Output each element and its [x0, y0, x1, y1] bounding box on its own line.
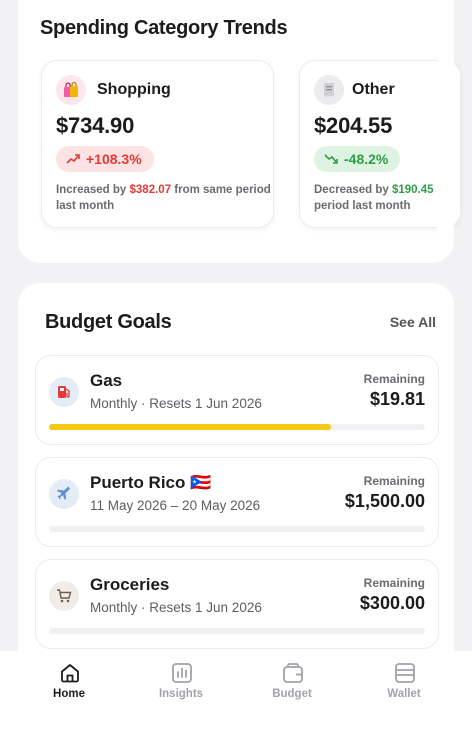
receipt-icon	[314, 75, 344, 105]
remaining-label: Remaining	[363, 372, 425, 386]
trend-desc-suffix: period last month	[314, 200, 411, 212]
trend-desc-prefix: Increased by	[56, 184, 130, 196]
goal-progress-track	[49, 526, 425, 532]
wallet-budget-icon	[283, 663, 303, 683]
trend-card-shopping[interactable]: Shopping $734.90 +108.3% Increased by $3…	[41, 60, 274, 228]
trend-change-badge: -48.2%	[314, 146, 401, 172]
tab-budget[interactable]: Budget	[233, 651, 351, 744]
trend-category-name: Shopping	[97, 81, 171, 98]
goal-name: Groceries	[90, 575, 170, 594]
goal-subtitle: Monthly · Resets 1 Jun 2026	[90, 600, 262, 615]
budget-goal-groceries[interactable]: Groceries Monthly · Resets 1 Jun 2026 Re…	[35, 559, 439, 649]
trend-desc-amount: $382.07	[129, 184, 172, 196]
home-icon	[61, 664, 79, 683]
goal-progress-track	[49, 628, 425, 634]
trend-desc-prefix: Decreased by	[314, 184, 392, 196]
tab-label: Wallet	[387, 688, 421, 700]
tab-home[interactable]: Home	[10, 651, 128, 744]
goal-progress-track	[49, 424, 425, 430]
remaining-label: Remaining	[363, 474, 425, 488]
fuel-pump-icon	[49, 377, 79, 407]
trend-description: Increased by $382.07 from same period la…	[56, 182, 273, 214]
bar-chart-icon	[172, 663, 192, 683]
budget-goal-puerto-rico[interactable]: Puerto Rico 🇵🇷 11 May 2026 – 20 May 2026…	[35, 457, 439, 547]
airplane-icon	[49, 479, 79, 509]
remaining-amount: $19.81	[369, 389, 425, 409]
shopping-bags-icon	[56, 75, 86, 105]
trend-change-badge: +108.3%	[56, 146, 154, 172]
trend-change-value: -48.2%	[344, 151, 389, 167]
remaining-label: Remaining	[363, 576, 425, 590]
goal-subtitle: 11 May 2026 – 20 May 2026	[90, 498, 261, 513]
trend-amount: $734.90	[56, 113, 135, 138]
tab-insights[interactable]: Insights	[122, 651, 240, 744]
trend-desc-amount: $190.45	[392, 184, 434, 196]
trend-change-value: +108.3%	[86, 151, 142, 167]
carousel-edge	[437, 55, 454, 235]
trend-down-icon	[324, 152, 338, 167]
goal-subtitle: Monthly · Resets 1 Jun 2026	[90, 396, 262, 411]
remaining-amount: $300.00	[359, 593, 425, 613]
trend-up-icon	[66, 152, 80, 167]
goal-name: Puerto Rico 🇵🇷	[90, 473, 212, 492]
budget-goal-gas[interactable]: Gas Monthly · Resets 1 Jun 2026 Remainin…	[35, 355, 439, 445]
trend-amount: $204.55	[314, 113, 393, 138]
tab-label: Budget	[272, 688, 312, 700]
shopping-cart-icon	[49, 581, 79, 611]
remaining-amount: $1,500.00	[344, 491, 425, 511]
trend-category-name: Other	[352, 81, 395, 98]
goal-progress-fill	[49, 424, 331, 430]
goal-name: Gas	[90, 371, 123, 390]
see-all-link[interactable]: See All	[390, 314, 436, 330]
wallet-icon	[395, 663, 415, 683]
bottom-tab-bar: Home Insights Budget Wallet	[0, 651, 472, 744]
tab-label: Home	[53, 688, 85, 700]
budget-goals-title: Budget Goals	[45, 311, 172, 333]
spending-trends-title: Spending Category Trends	[40, 17, 288, 39]
tab-label: Insights	[158, 688, 204, 700]
tab-wallet[interactable]: Wallet	[345, 651, 463, 744]
